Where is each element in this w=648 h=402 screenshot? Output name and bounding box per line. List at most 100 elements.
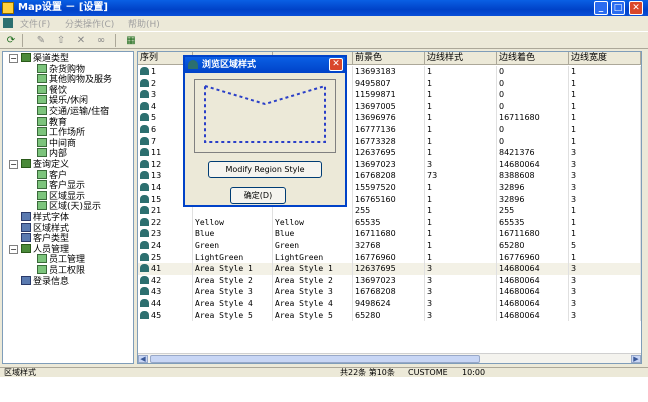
refresh-icon[interactable]: ⟳ xyxy=(4,34,18,47)
move-icon[interactable]: ⇧ xyxy=(54,34,68,47)
table-row[interactable]: 44 Area Style 4 Area Style 4 9498624 3 146800… xyxy=(138,298,641,310)
table-cell: 1 xyxy=(425,77,497,90)
tree-node[interactable]: 样式字体 xyxy=(21,212,69,223)
dialog-close-icon[interactable]: ✕ xyxy=(329,58,343,71)
table-row[interactable]: 23 Blue Blue 16711680 1 16711680 1 xyxy=(138,228,641,240)
folder-icon xyxy=(21,53,31,62)
region-icon xyxy=(140,241,149,249)
table-cell: Area Style 1 xyxy=(273,263,353,275)
tree-node[interactable]: 内部 xyxy=(37,148,67,159)
column-header[interactable]: 边线着色 xyxy=(497,52,569,65)
table-row[interactable]: 45 Area Style 5 Area Style 5 65280 3 14680064… xyxy=(138,309,641,322)
table-cell: 24 xyxy=(138,240,193,252)
tree-node[interactable]: 交通/运输/住宿 xyxy=(37,106,109,117)
table-row[interactable]: 41 Area Style 1 Area Style 1 12637695 3 14680… xyxy=(138,263,641,275)
table-row[interactable]: 24 Green Green 32768 1 65280 5 xyxy=(138,240,641,252)
table-cell: 13697005 xyxy=(353,100,425,113)
region-icon xyxy=(140,206,149,215)
app-menu-icon[interactable] xyxy=(2,17,14,29)
table-cell: 11599871 xyxy=(353,89,425,101)
tree-node[interactable]: 员工管理 xyxy=(37,254,85,265)
navigation-tree[interactable]: 渠道类型 − 杂货购物 其他购物及服务 餐饮 娱乐/休闲 交通/运输/住宿 教育 工作场所 中间商… xyxy=(2,51,134,364)
table-cell: 45 xyxy=(138,309,193,322)
tree-node[interactable]: 员工权限 xyxy=(37,265,85,276)
modify-region-style-button[interactable]: Modify Region Style xyxy=(208,161,322,178)
table-cell: 14680064 xyxy=(497,263,569,275)
region-icon xyxy=(140,275,149,284)
delete-icon[interactable]: ✕ xyxy=(74,34,88,47)
region-icon xyxy=(140,136,149,145)
ok-button[interactable]: 确定(D) xyxy=(230,187,286,204)
menu-help[interactable]: 帮助(H) xyxy=(128,17,160,30)
tree-node[interactable]: 登录信息 xyxy=(21,275,69,287)
tree-node[interactable]: 客户 xyxy=(37,169,67,181)
table-cell: 1 xyxy=(569,135,641,148)
tree-node[interactable]: 区域显示 xyxy=(37,190,85,202)
region-icon xyxy=(140,159,149,168)
table-cell: 12637695 xyxy=(353,147,425,159)
horizontal-scrollbar[interactable]: ◀ ▶ xyxy=(138,353,641,363)
table-row[interactable]: 43 Area Style 3 Area Style 3 16768208 3 14680… xyxy=(138,286,641,298)
table-row[interactable]: 25 LightGreen LightGreen 16776960 1 16776960 1 xyxy=(138,251,641,264)
row-seq: 23 xyxy=(151,229,162,239)
table-cell: 14680064 xyxy=(497,158,569,171)
column-header[interactable]: 边线宽度 xyxy=(569,52,641,65)
scroll-left-icon[interactable]: ◀ xyxy=(138,355,148,363)
tree-node[interactable]: 娱乐/休闲 xyxy=(37,95,88,106)
tree-node[interactable]: 教育 xyxy=(37,116,67,128)
region-icon xyxy=(140,183,149,191)
table-cell: 1 xyxy=(569,228,641,240)
menu-file[interactable]: 文件(F) xyxy=(20,17,50,30)
export-icon[interactable]: ▦ xyxy=(124,34,138,47)
menu-category-ops[interactable]: 分类操作(C) xyxy=(65,17,114,30)
table-cell: 1 xyxy=(425,216,497,229)
table-cell: Area Style 4 xyxy=(273,298,353,310)
row-seq: 13 xyxy=(151,171,162,181)
tree-node[interactable]: 渠道类型 xyxy=(21,53,69,64)
table-cell: 1 xyxy=(425,193,497,206)
browse-region-style-dialog: 浏览区域样式 ✕ Modify Region Style 确定(D) xyxy=(183,55,347,207)
tree-node[interactable]: 客户类型 xyxy=(21,233,69,244)
tree-node[interactable]: 中间商 xyxy=(37,137,76,149)
table-row[interactable]: 22 Yellow Yellow 65535 1 65535 1 xyxy=(138,216,641,229)
collapse-icon[interactable]: − xyxy=(9,244,18,254)
tree-node[interactable]: 查询定义 xyxy=(21,159,69,170)
tree-node[interactable]: 区域(天)显示 xyxy=(37,201,101,212)
doc-icon xyxy=(37,265,47,274)
row-seq: 7 xyxy=(151,136,157,146)
table-cell: 32896 xyxy=(497,193,569,206)
row-seq: 21 xyxy=(151,206,162,216)
tree-node[interactable]: 杂货购物 xyxy=(37,63,85,75)
tree-node[interactable]: 人员管理 xyxy=(21,243,69,255)
table-cell: 14680064 xyxy=(497,298,569,310)
table-row[interactable]: 42 Area Style 2 Area Style 2 13697023 3 14680… xyxy=(138,274,641,287)
collapse-icon[interactable]: − xyxy=(9,160,18,169)
table-cell: 5 xyxy=(569,240,641,252)
minimize-button[interactable]: _ xyxy=(594,1,608,15)
table-cell: 3 xyxy=(569,193,641,206)
tree-node[interactable]: 工作场所 xyxy=(37,127,85,138)
status-time: 10:00 xyxy=(462,368,486,377)
column-header[interactable]: 前景色 xyxy=(353,52,425,65)
new-icon[interactable]: ✎ xyxy=(34,34,48,47)
table-cell: 22 xyxy=(138,216,193,229)
collapse-icon[interactable]: − xyxy=(9,54,18,63)
tree-node[interactable]: 餐饮 xyxy=(37,84,67,96)
region-icon xyxy=(188,60,198,69)
table-cell: 3 xyxy=(425,298,497,310)
maximize-button[interactable]: □ xyxy=(611,1,625,15)
table-cell: 23 xyxy=(138,228,193,240)
table-cell: 16768208 xyxy=(353,170,425,182)
tree-node[interactable]: 区域样式 xyxy=(21,222,69,234)
tree-node[interactable]: 客户显示 xyxy=(37,180,85,191)
column-header[interactable]: 边线样式 xyxy=(425,52,497,65)
table-cell: 65280 xyxy=(353,309,425,322)
scrollbar-thumb[interactable] xyxy=(150,355,480,363)
close-button[interactable]: ✕ xyxy=(629,1,643,15)
scroll-right-icon[interactable]: ▶ xyxy=(631,355,641,363)
tree-node[interactable]: 其他购物及服务 xyxy=(37,74,112,85)
tree-node-label: 样式字体 xyxy=(33,213,70,223)
book-icon xyxy=(21,222,31,232)
row-seq: 3 xyxy=(151,90,157,100)
find-icon[interactable]: ∞ xyxy=(94,34,108,47)
